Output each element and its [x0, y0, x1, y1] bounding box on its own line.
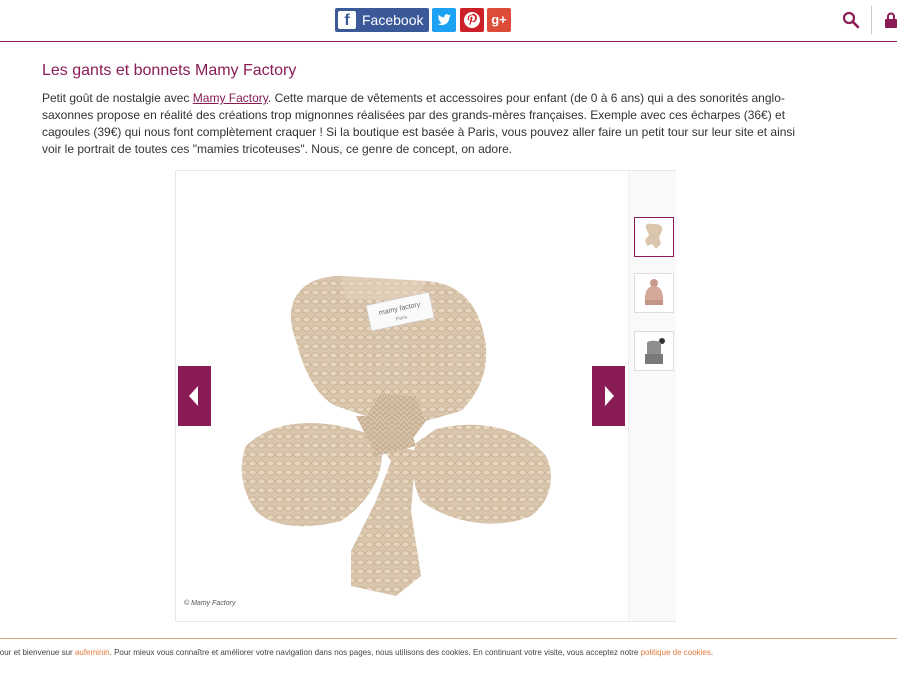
twitter-share-button[interactable] [432, 8, 456, 32]
facebook-label: Facebook [362, 12, 424, 28]
cookie-text-end: . [710, 648, 714, 657]
cookie-banner: jour et bienvenue sur aufeminin. Pour mi… [0, 638, 897, 676]
pinterest-share-button[interactable] [460, 8, 484, 32]
scarf-thumbnail-image [645, 223, 663, 249]
facebook-icon: f [338, 11, 356, 29]
mamy-factory-link[interactable]: Mamy Factory [193, 91, 268, 105]
image-gallery: mamy factory Paris © Mamy Factory [175, 170, 676, 622]
grey-set-thumbnail-image [645, 338, 665, 364]
next-image-button[interactable] [592, 366, 625, 426]
cookie-text-middle: . Pour mieux vous connaître et améliorer… [109, 648, 641, 657]
search-icon[interactable] [842, 11, 860, 29]
google-plus-icon: g+ [491, 12, 507, 27]
paragraph-text-start: Petit goût de nostalgie avec [42, 91, 193, 105]
cookie-text-start: jour et bienvenue sur [0, 648, 75, 657]
pinterest-icon [464, 12, 480, 28]
aufeminin-link[interactable]: aufeminin [75, 648, 110, 657]
thumbnail-strip [628, 171, 676, 621]
article-paragraph: Petit goût de nostalgie avec Mamy Factor… [42, 90, 802, 158]
chevron-right-icon [605, 386, 614, 406]
googleplus-share-button[interactable]: g+ [487, 8, 511, 32]
thumbnail-scarf[interactable] [634, 217, 674, 257]
article-title: Les gants et bonnets Mamy Factory [42, 62, 297, 79]
top-bar: f Facebook g+ [0, 0, 897, 42]
chevron-left-icon [189, 386, 198, 406]
pink-hat-thumbnail-image [644, 279, 664, 305]
facebook-share-button[interactable]: f Facebook [335, 8, 429, 32]
image-credit: © Mamy Factory [184, 600, 236, 607]
lock-icon[interactable] [884, 11, 897, 29]
previous-image-button[interactable] [178, 366, 211, 426]
twitter-icon [437, 14, 451, 26]
thumbnail-pink-hat[interactable] [634, 273, 674, 313]
main-product-image: mamy factory Paris [176, 171, 628, 621]
cookie-message: jour et bienvenue sur aufeminin. Pour mi… [0, 648, 713, 657]
divider [871, 6, 872, 34]
cookie-policy-link[interactable]: politique de cookies [641, 648, 711, 657]
thumbnail-grey-set[interactable] [634, 331, 674, 371]
